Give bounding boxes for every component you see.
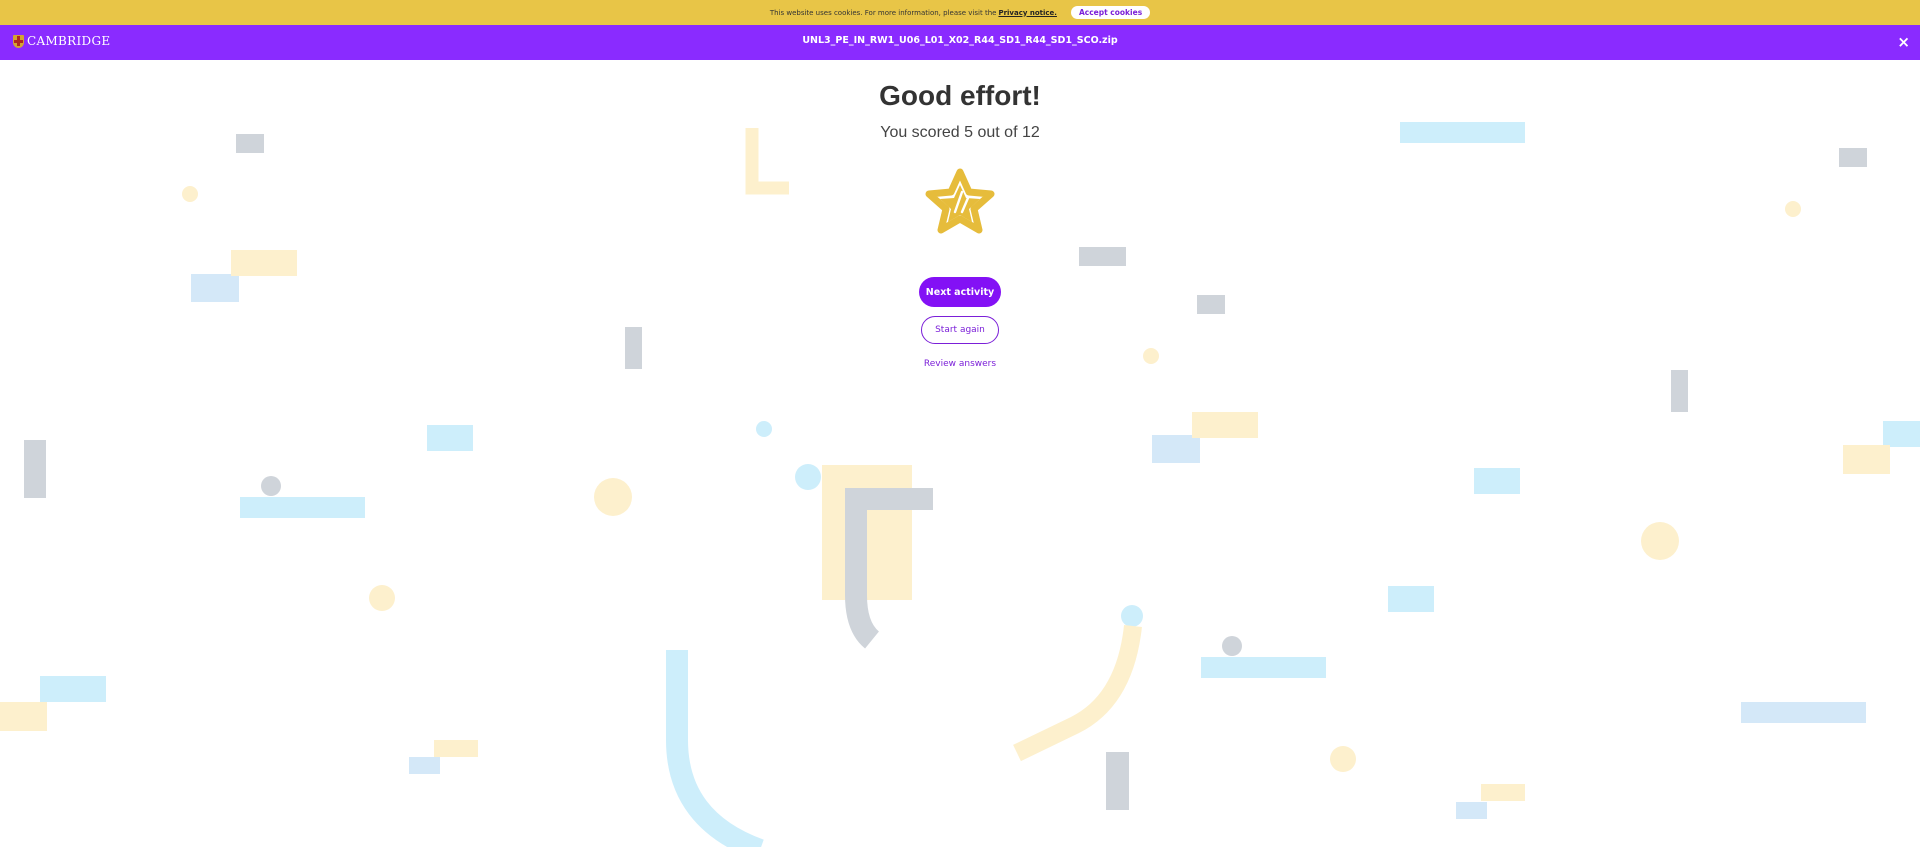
- confetti-piece: [240, 497, 365, 518]
- confetti-piece: [1474, 468, 1520, 494]
- confetti-piece: [1641, 522, 1679, 560]
- confetti-piece: [434, 740, 478, 757]
- confetti-piece: [24, 440, 46, 498]
- review-answers-link[interactable]: Review answers: [0, 359, 1920, 369]
- confetti-piece: [1152, 435, 1200, 463]
- confetti-piece: [409, 757, 440, 774]
- confetti-piece: [427, 425, 473, 451]
- confetti-piece: [231, 250, 297, 276]
- confetti-piece: [1839, 148, 1867, 167]
- confetti-piece: [1201, 657, 1326, 678]
- confetti-piece: [182, 186, 198, 202]
- confetti-piece: [1671, 370, 1688, 412]
- confetti-piece: [0, 702, 47, 731]
- confetti-piece: [1222, 636, 1242, 656]
- star-icon: [925, 168, 995, 234]
- close-icon[interactable]: ×: [1897, 33, 1910, 51]
- confetti-piece: [795, 464, 821, 490]
- confetti-piece: [1843, 445, 1890, 474]
- confetti-piece: [1013, 624, 1142, 762]
- confetti-piece: [666, 650, 764, 847]
- accept-cookies-button[interactable]: Accept cookies: [1070, 6, 1151, 19]
- confetti-piece: [191, 274, 239, 302]
- confetti-piece: [1456, 802, 1487, 819]
- cookie-message: This website uses cookies. For more info…: [769, 8, 997, 17]
- confetti-piece: [1883, 421, 1920, 447]
- cookie-banner: This website uses cookies. For more info…: [0, 0, 1920, 25]
- confetti-piece: [1388, 586, 1434, 612]
- header-bar: CAMBRIDGE UNL3_PE_IN_RW1_U06_L01_X02_R44…: [0, 25, 1920, 60]
- confetti-piece: [1192, 412, 1258, 438]
- confetti-piece: [1481, 784, 1525, 801]
- result-title: Good effort!: [879, 80, 1041, 111]
- confetti-piece: [1079, 247, 1126, 266]
- confetti-piece: [1330, 746, 1356, 772]
- confetti-piece: [261, 476, 281, 496]
- score-text: You scored 5 out of 12: [880, 124, 1040, 141]
- confetti-piece: [756, 421, 772, 437]
- confetti-piece: [40, 676, 106, 702]
- confetti-piece: [1785, 201, 1801, 217]
- activity-filename: UNL3_PE_IN_RW1_U06_L01_X02_R44_SD1_R44_S…: [802, 35, 1118, 46]
- confetti-piece: [1106, 752, 1129, 810]
- next-activity-button[interactable]: Next activity: [919, 277, 1001, 307]
- confetti-piece: [594, 478, 632, 516]
- confetti-piece: [1121, 605, 1143, 627]
- start-again-button[interactable]: Start again: [921, 316, 999, 344]
- confetti-piece: [369, 585, 395, 611]
- privacy-notice-link[interactable]: Privacy notice.: [998, 9, 1057, 17]
- confetti-piece: [1741, 702, 1866, 723]
- confetti-piece: [1197, 295, 1225, 314]
